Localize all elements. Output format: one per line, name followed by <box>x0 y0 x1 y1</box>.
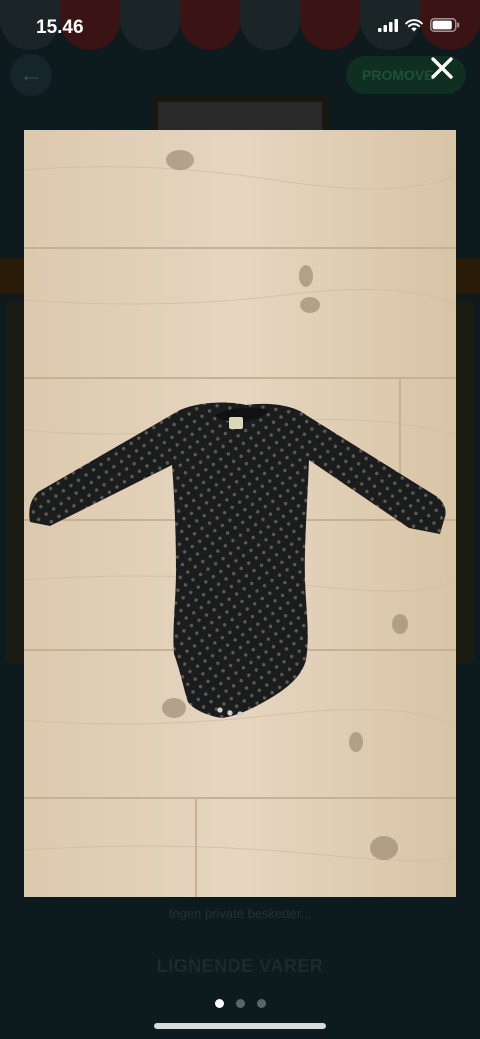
close-icon <box>431 57 453 79</box>
status-bar: 15.46 <box>0 0 480 54</box>
product-photo[interactable] <box>24 130 456 897</box>
status-icons <box>378 18 460 32</box>
wifi-icon <box>405 18 423 31</box>
back-arrow-icon: ← <box>19 61 43 88</box>
close-button[interactable] <box>424 50 460 86</box>
similar-items-heading: LIGNENDE VARER <box>156 956 324 976</box>
home-indicator[interactable] <box>154 1023 326 1029</box>
battery-icon <box>430 18 460 32</box>
baby-bodysuit-photo <box>24 130 456 897</box>
status-time: 15.46 <box>36 17 84 38</box>
page-dot[interactable] <box>235 999 245 1008</box>
page-dot[interactable] <box>256 999 266 1008</box>
cellular-signal-icon <box>378 18 398 32</box>
image-pagination <box>0 999 480 1008</box>
back-button: ← <box>10 54 52 96</box>
page-dot[interactable] <box>214 999 224 1008</box>
private-messages-text: Ingen private beskeder... <box>168 906 312 921</box>
